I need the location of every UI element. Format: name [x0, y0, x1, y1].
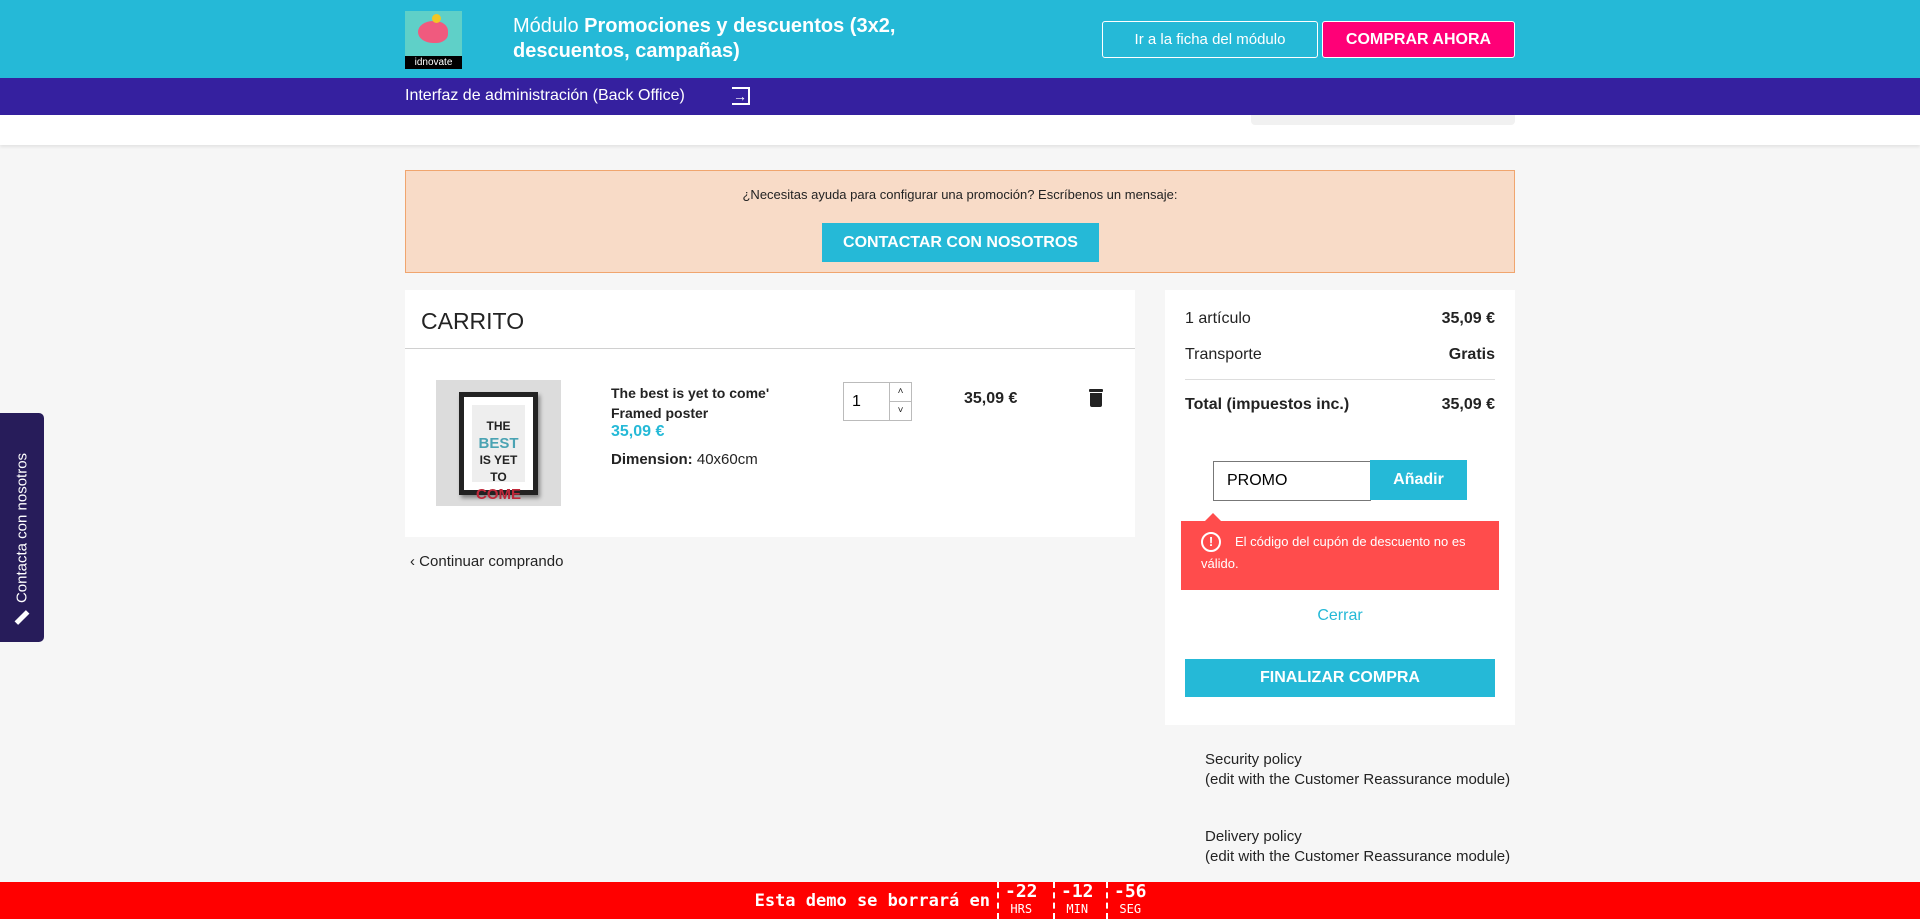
product-name[interactable]: The best is yet to come' Framed poster: [611, 383, 791, 423]
art-text: COME: [476, 486, 521, 503]
shipping-value: Gratis: [1448, 346, 1495, 363]
product-image[interactable]: THE BEST IS YET TO COME: [436, 380, 561, 506]
quantity-stepper[interactable]: ˄˅: [843, 382, 912, 421]
error-text: El código del cupón de descuento no es v…: [1201, 534, 1466, 571]
total-label: Total (impuestos inc.): [1185, 396, 1350, 413]
product-price: 35,09 €: [611, 423, 665, 440]
total-value: 35,09 €: [1441, 396, 1495, 413]
cart-panel: CARRITO THE BEST IS YET TO COME The best is…: [405, 290, 1135, 537]
chevron-down-icon[interactable]: ˅: [890, 402, 911, 420]
reassurance-title: Delivery policy: [1205, 828, 1302, 845]
module-page-button[interactable]: Ir a la ficha del módulo: [1102, 21, 1318, 58]
dimension-value: 40x60cm: [696, 451, 758, 468]
top-promo-bar: idnovate Módulo Promociones y descuentos…: [0, 0, 1920, 78]
coupon-error-alert: ! El código del cupón de descuento no es …: [1181, 513, 1499, 590]
help-banner: ¿Necesitas ayuda para configurar una pro…: [405, 170, 1515, 273]
contact-us-button[interactable]: CONTACTAR CON NOSOTROS: [822, 223, 1099, 262]
buy-now-button[interactable]: COMPRAR AHORA: [1322, 21, 1515, 58]
chevron-left-icon: ‹: [410, 553, 420, 570]
header-box: [1251, 115, 1515, 125]
continue-shopping-link[interactable]: ‹ Continuar comprando: [410, 553, 563, 570]
countdown-minutes: -12 MIN: [1053, 882, 1100, 919]
seconds-unit: SEG: [1119, 902, 1142, 916]
side-tab-label: Contacta con nosotros: [13, 452, 31, 604]
shipping-row: Transporte Gratis: [1185, 346, 1495, 364]
reassurance-security: Security policy (edit with the Customer R…: [1165, 750, 1515, 790]
trash-icon[interactable]: [1089, 389, 1103, 407]
sign-in-icon: →: [732, 87, 750, 105]
hours-unit: HRS: [1010, 902, 1033, 916]
reassurance-note: (edit with the Customer Reassurance modu…: [1205, 848, 1511, 865]
minutes-value: -12: [1061, 881, 1094, 902]
line-total: 35,09 €: [964, 390, 1018, 407]
add-coupon-button[interactable]: Añadir: [1370, 460, 1467, 500]
countdown-hours: -22 HRS: [997, 882, 1044, 919]
continue-label: Continuar comprando: [419, 553, 564, 570]
shipping-label: Transporte: [1185, 346, 1262, 363]
product-dimension: Dimension: 40x60cm: [611, 451, 758, 468]
cart-summary: 1 artículo 35,09 € Transporte Gratis Total…: [1165, 290, 1515, 725]
items-row: 1 artículo 35,09 €: [1185, 310, 1495, 328]
title-prefix: Módulo: [513, 15, 579, 37]
art-text: IS YET TO: [479, 453, 518, 484]
piggy-bank-icon: [418, 21, 448, 43]
art-text: THE: [486, 419, 511, 433]
help-text: ¿Necesitas ayuda para configurar una pro…: [742, 187, 1178, 202]
divider: [405, 348, 1135, 349]
cart-title: CARRITO: [421, 308, 525, 334]
coin-icon: [432, 14, 441, 23]
items-value: 35,09 €: [1441, 310, 1495, 327]
reassurance-delivery: Delivery policy (edit with the Customer R…: [1165, 827, 1515, 867]
art-text: BEST: [478, 435, 519, 452]
seconds-value: -56: [1114, 881, 1147, 902]
coupon-input[interactable]: [1213, 461, 1371, 501]
divider: [1185, 379, 1495, 380]
checkout-button[interactable]: FINALIZAR COMPRA: [1185, 659, 1495, 697]
minutes-unit: MIN: [1066, 902, 1089, 916]
reassurance-title: Security policy: [1205, 751, 1302, 768]
site-header: [0, 115, 1920, 145]
idnovate-logo: idnovate: [405, 11, 462, 69]
logo-text: idnovate: [405, 56, 462, 69]
countdown-label: Esta demo se borrará en: [754, 891, 990, 911]
close-coupon-link[interactable]: Cerrar: [1165, 607, 1515, 625]
admin-link[interactable]: Interfaz de administración (Back Office): [405, 87, 685, 105]
reassurance-note: (edit with the Customer Reassurance modu…: [1205, 771, 1511, 788]
quantity-input[interactable]: [844, 383, 890, 420]
admin-bar[interactable]: Interfaz de administración (Back Office)…: [0, 78, 1920, 115]
hours-value: -22: [1005, 881, 1038, 902]
dimension-label: Dimension:: [611, 451, 693, 468]
contact-side-tab[interactable]: Contacta con nosotros: [0, 413, 44, 642]
pencil-icon: [14, 610, 30, 625]
chevron-up-icon[interactable]: ˄: [890, 383, 911, 402]
items-label: 1 artículo: [1185, 310, 1251, 327]
total-row: Total (impuestos inc.) 35,09 €: [1185, 396, 1495, 414]
module-title: Módulo Promociones y descuentos (3x2, de…: [513, 14, 933, 64]
demo-countdown-bar: Esta demo se borrará en -22 HRS -12 MIN -5…: [0, 882, 1920, 919]
alert-icon: !: [1201, 532, 1221, 552]
countdown-seconds: -56 SEG: [1106, 882, 1153, 919]
